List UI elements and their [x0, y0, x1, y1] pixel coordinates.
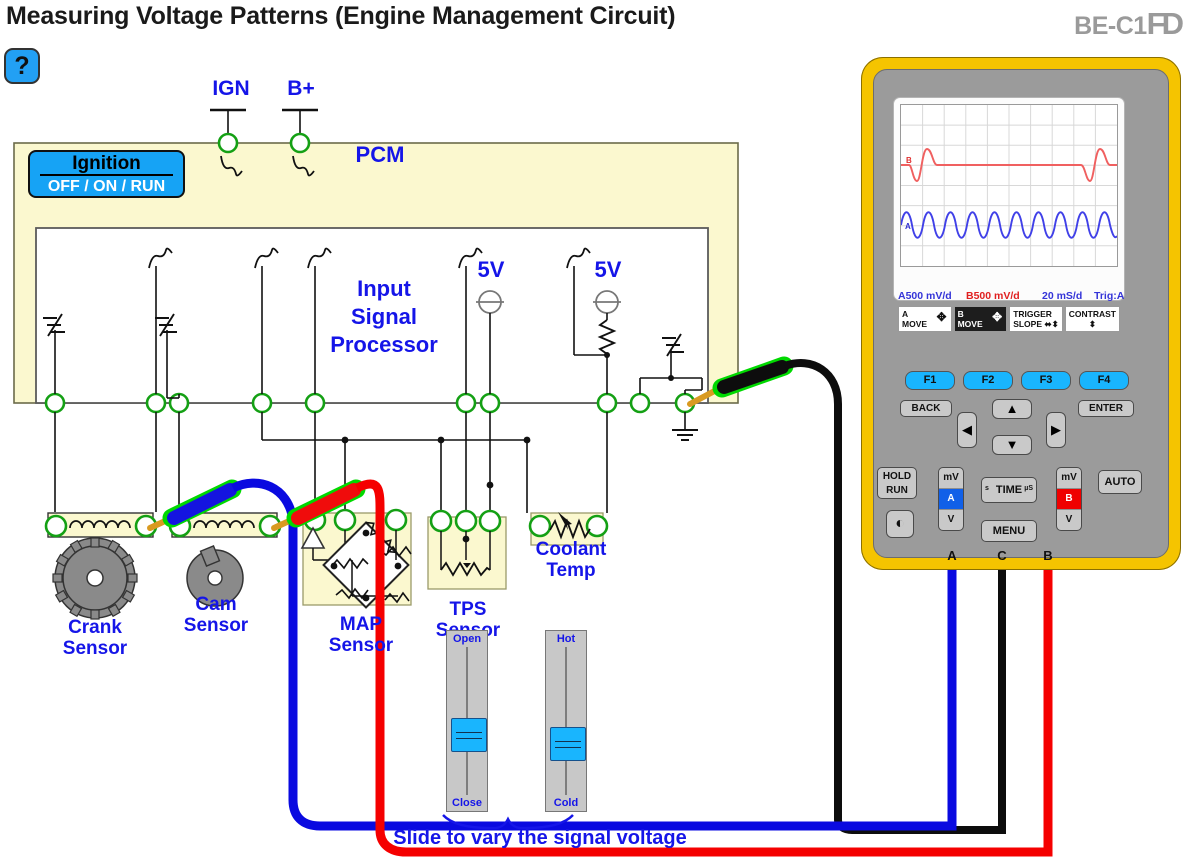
label-coolant-line1: Coolant: [535, 539, 607, 560]
softkey-trigger-slope[interactable]: TRIGGER ⬍ SLOPE ⬌: [1009, 306, 1063, 332]
f3-button[interactable]: F3: [1021, 371, 1071, 390]
label-5v-right: 5V: [594, 257, 622, 282]
channel-b-v-button[interactable]: V: [1057, 510, 1081, 530]
label-bplus: B+: [287, 77, 315, 100]
label-processor-3: Processor: [330, 332, 438, 357]
tps-slider-knob[interactable]: [451, 718, 487, 752]
label-coolant-line2: Temp: [546, 559, 596, 581]
menu-button[interactable]: MENU: [981, 520, 1037, 542]
coolant-slider-top-label: Hot: [556, 633, 576, 645]
down-button[interactable]: ▼: [992, 435, 1032, 455]
four-way-arrow-icon: ✥: [992, 310, 1003, 324]
trace-b-label: B: [906, 156, 912, 165]
terminal-label-a: A: [947, 548, 957, 563]
time-button[interactable]: s TIME µS: [981, 477, 1037, 503]
label-cam-line2: Sensor: [183, 614, 249, 636]
back-button[interactable]: BACK: [900, 400, 952, 417]
readout-channel-a: A500 mV/d: [898, 290, 952, 302]
channel-a-select-button[interactable]: A: [939, 489, 963, 510]
terminal-ign: [217, 132, 239, 154]
softkey-trigger-line2: SLOPE ⬌: [1013, 319, 1052, 329]
label-crank-line2: Sensor: [62, 637, 128, 659]
channel-b-mv-button[interactable]: mV: [1057, 468, 1081, 489]
oscilloscope-screen: B A: [900, 104, 1118, 267]
run-label: RUN: [886, 485, 908, 496]
tps-slider[interactable]: Open Close: [446, 630, 488, 812]
right-button[interactable]: ▶: [1046, 412, 1066, 448]
channel-a-range-stack[interactable]: mV A V: [938, 467, 964, 531]
time-label: TIME: [995, 484, 1023, 496]
terminal-bplus: [289, 132, 311, 154]
screen-readout: A500 mV/d B500 mV/d 20 mS/d Trig:A: [898, 290, 1124, 304]
softkey-contrast[interactable]: CONTRAST ⬍: [1064, 306, 1121, 332]
label-ign: IGN: [212, 77, 250, 100]
coolant-slider-track: [565, 647, 567, 795]
hold-label: HOLD: [882, 471, 912, 482]
channel-a-v-button[interactable]: V: [939, 510, 963, 530]
softkey-contrast-label: CONTRAST: [1068, 309, 1117, 319]
enter-button[interactable]: ENTER: [1078, 400, 1134, 417]
trace-a-label: A: [905, 222, 911, 231]
up-button[interactable]: ▲: [992, 399, 1032, 419]
softkey-a-move[interactable]: A MOVE ✥: [898, 306, 952, 332]
map-sensor: [300, 508, 412, 609]
label-cam-line1: Cam: [195, 594, 237, 615]
softkey-trigger-line1: TRIGGER ⬍: [1013, 309, 1059, 329]
channel-b-range-stack[interactable]: mV B V: [1056, 467, 1082, 531]
time-right-label: µS: [1024, 485, 1033, 492]
hold-run-button[interactable]: HOLD RUN: [877, 467, 917, 499]
coolant-slider[interactable]: Hot Cold: [545, 630, 587, 812]
tps-slider-bottom-label: Close: [452, 797, 482, 809]
crank-sensor: [44, 512, 158, 620]
channel-a-mv-button[interactable]: mV: [939, 468, 963, 489]
label-crank-sensor: Crank Sensor: [45, 617, 145, 659]
label-tps-line1: TPS: [449, 599, 487, 620]
f1-button[interactable]: F1: [905, 371, 955, 390]
readout-trigger: Trig:A: [1094, 290, 1125, 302]
slider-caption: Slide to vary the signal voltage: [393, 827, 687, 849]
time-left-label: s: [985, 485, 989, 492]
four-way-arrow-icon: ✥: [936, 310, 947, 324]
left-button[interactable]: ◀: [957, 412, 977, 448]
tps-sensor: [427, 509, 507, 590]
label-crank-line1: Crank: [68, 617, 122, 638]
left-right-arrow-icon: ⬌: [1044, 319, 1052, 329]
coolant-slider-knob[interactable]: [550, 727, 586, 761]
auto-button[interactable]: AUTO: [1098, 470, 1142, 494]
readout-channel-b: B500 mV/d: [966, 290, 1020, 302]
up-down-arrow-icon: ⬍: [1088, 319, 1096, 329]
label-map-line1: MAP: [339, 614, 383, 635]
ignition-switch[interactable]: Ignition OFF / ON / RUN: [28, 150, 185, 198]
label-map-line2: Sensor: [328, 634, 394, 656]
label-pcm: PCM: [355, 142, 405, 167]
label-5v-left: 5V: [477, 257, 505, 282]
label-map-sensor: MAP Sensor: [313, 614, 409, 656]
f2-button[interactable]: F2: [963, 371, 1013, 390]
label-processor-2: Signal: [350, 304, 417, 329]
readout-timebase: 20 mS/d: [1042, 290, 1083, 302]
softkey-b-move[interactable]: B MOVE ✥: [953, 306, 1008, 332]
f4-button[interactable]: F4: [1079, 371, 1129, 390]
screen-grid: [901, 105, 1117, 266]
label-coolant-temp: Coolant Temp: [513, 539, 629, 581]
softkey-row: A MOVE ✥ B MOVE ✥ TRIGGER ⬍ SLOPE ⬌ CONTRA…: [898, 306, 1121, 332]
terminal-label-c: C: [997, 548, 1007, 563]
label-cam-sensor: Cam Sensor: [168, 594, 264, 636]
label-processor-1: Input: [357, 276, 411, 301]
power-button[interactable]: ◐: [886, 510, 914, 538]
up-down-arrow-icon: ⬍: [1051, 319, 1059, 329]
terminal-label-b: B: [1043, 548, 1053, 563]
coolant-slider-bottom-label: Cold: [553, 797, 579, 809]
channel-b-select-button[interactable]: B: [1057, 489, 1081, 510]
tps-slider-top-label: Open: [452, 633, 482, 645]
ignition-states: OFF / ON / RUN: [47, 178, 166, 195]
waveform-svg: B A: [901, 105, 1117, 266]
cam-sensor: [168, 512, 282, 607]
ignition-title: Ignition: [40, 153, 173, 176]
